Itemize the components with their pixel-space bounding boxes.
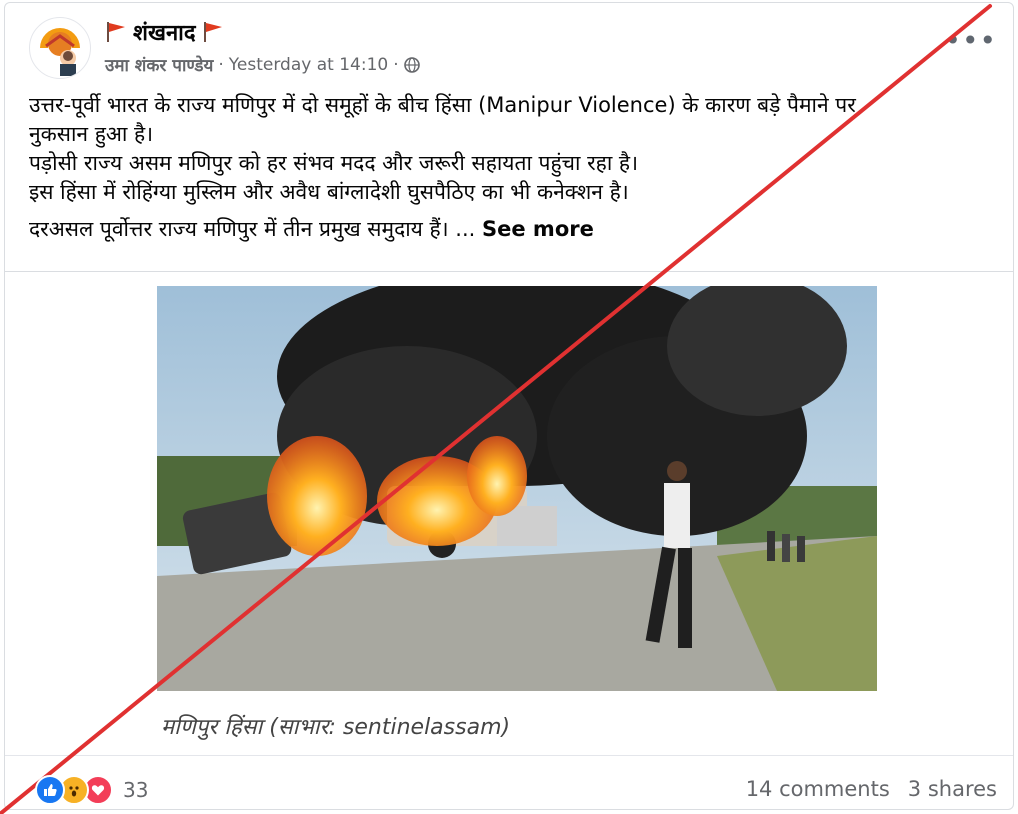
flag-icon — [203, 22, 222, 42]
divider — [5, 755, 1013, 756]
shares-count[interactable]: 3 shares — [908, 777, 997, 801]
more-options-icon: ••• — [944, 24, 997, 57]
post-text: उत्तर-पूर्वी भारत के राज्य मणिपुर में दो… — [29, 91, 989, 244]
post-text-line: इस हिंसा में रोहिंग्या मुस्लिम और अवैध ब… — [29, 180, 629, 204]
engagement-stats: 14 comments 3 shares — [746, 777, 997, 801]
burning-vehicles-photo — [157, 286, 877, 691]
page-name[interactable]: शंखनाद — [133, 17, 196, 47]
like-icon — [35, 775, 65, 805]
meta-separator: · — [393, 54, 399, 75]
divider — [5, 271, 1013, 272]
facebook-post: शंखनाद उमा शंकर पाण्डेय · Yesterday at 1… — [4, 2, 1014, 810]
post-text-line: दरअसल पूर्वोत्तर राज्य मणिपुर में तीन प्… — [29, 215, 989, 244]
reactions-summary[interactable]: 33 — [35, 775, 148, 805]
meta-separator: · — [218, 54, 224, 75]
reaction-count[interactable]: 33 — [123, 778, 148, 802]
post-text-truncated: दरअसल पूर्वोत्तर राज्य मणिपुर में तीन प्… — [29, 217, 476, 241]
page-avatar[interactable] — [29, 17, 91, 79]
more-options-button[interactable]: ••• — [944, 27, 997, 55]
post-text-line: उत्तर-पूर्वी भारत के राज्य मणिपुर में दो… — [29, 93, 856, 117]
post-text-line: नुकसान हुआ है। — [29, 122, 154, 146]
page-name-row: शंखनाद — [105, 17, 224, 47]
flag-icon — [107, 22, 125, 42]
post-timestamp[interactable]: Yesterday at 14:10 — [229, 55, 388, 75]
author-name[interactable]: उमा शंकर पाण्डेय — [105, 53, 213, 76]
post-text-line: पड़ोसी राज्य असम मणिपुर को हर संभव मदद औ… — [29, 151, 639, 175]
post-image[interactable] — [157, 286, 877, 691]
comments-count[interactable]: 14 comments — [746, 777, 890, 801]
page-logo-icon — [32, 20, 88, 76]
see-more-link[interactable]: See more — [482, 217, 594, 241]
globe-icon[interactable] — [403, 56, 420, 73]
post-meta: उमा शंकर पाण्डेय · Yesterday at 14:10 · — [105, 53, 420, 76]
image-caption: मणिपुर हिंसा (साभार: sentinelassam) — [161, 715, 511, 740]
